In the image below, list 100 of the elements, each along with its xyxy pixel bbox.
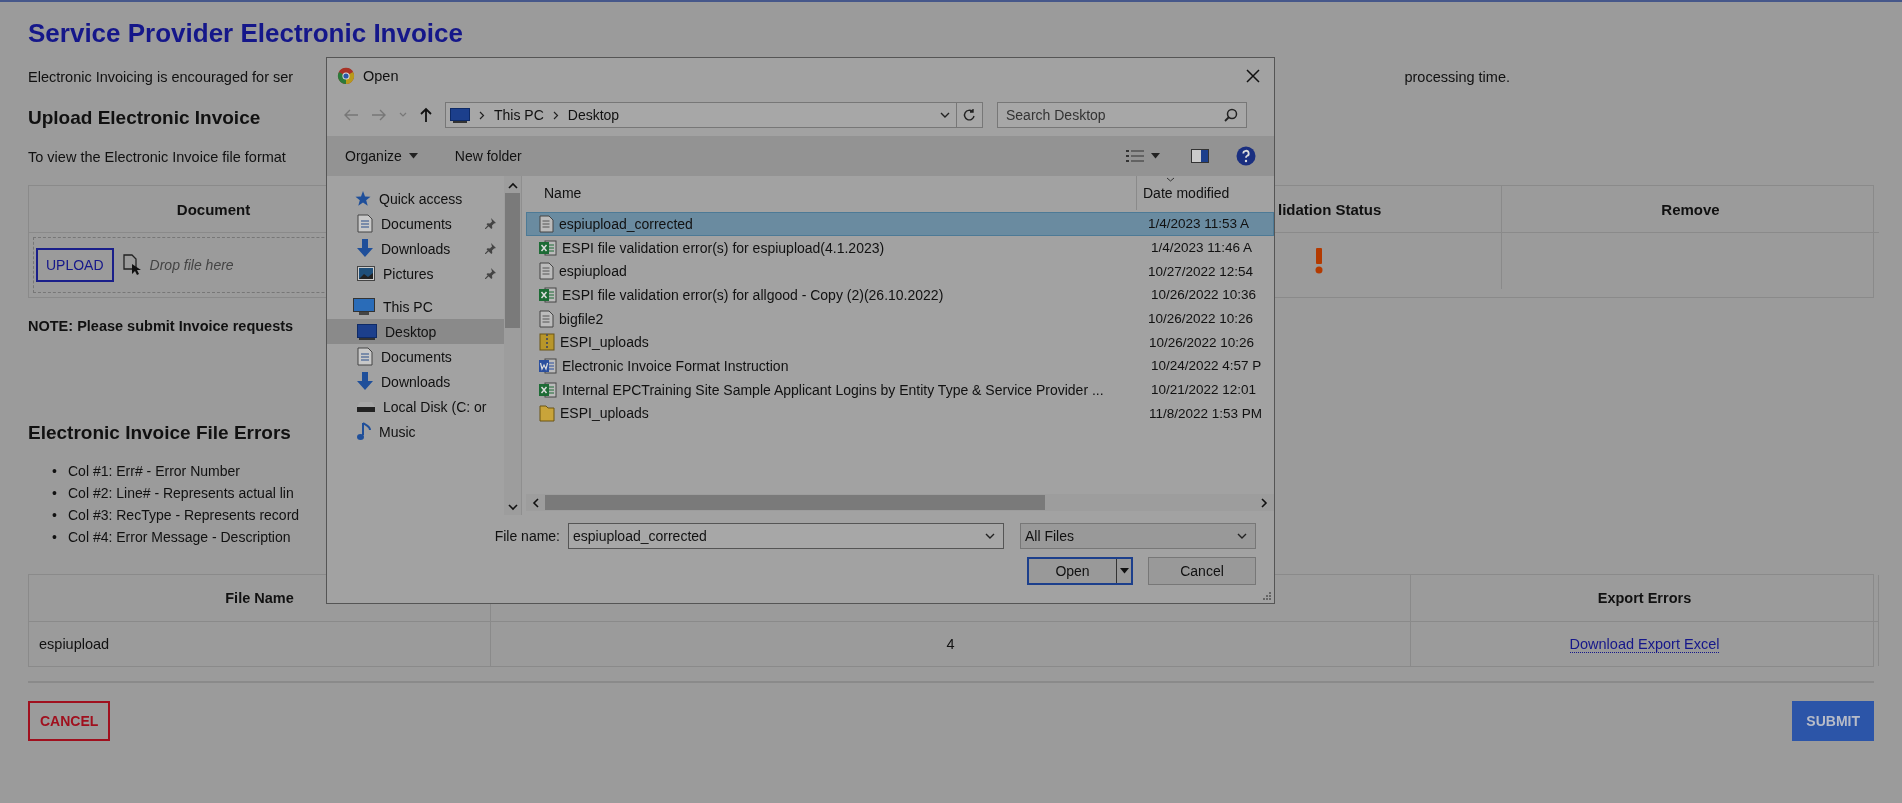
help-icon[interactable] [1236, 146, 1256, 166]
nav-item[interactable]: This PC [327, 294, 504, 319]
pin-icon [485, 268, 496, 279]
file-date: 10/26/2022 10:26 [1147, 311, 1254, 327]
spreadsheet-file-icon [539, 238, 557, 257]
chevron-up-icon[interactable] [507, 182, 518, 189]
close-icon[interactable] [1246, 69, 1260, 83]
refresh-button[interactable] [956, 102, 983, 128]
file-row[interactable]: ESPI file validation error(s) for espiupload(4.1.2023) 1/4/2023 11:46 A [526, 235, 1274, 260]
spreadsheet-file-icon [539, 380, 557, 399]
list-item: Col #4: Error Message - Description [68, 528, 291, 547]
column-header: Export Errors [1411, 575, 1879, 622]
file-row[interactable]: bigfile2 10/26/2022 10:26 [526, 306, 1274, 331]
breadcrumb[interactable]: This PC [494, 107, 544, 123]
file-row[interactable]: Internal EPCTraining Site Sample Applicant Logins by Entity Type & Service Provider ... 10/21/2022 12:01 [526, 377, 1274, 402]
nav-item[interactable]: Desktop [327, 319, 504, 344]
text-file-icon [539, 309, 554, 328]
pin-icon [485, 243, 496, 254]
sort-chevron-icon [1166, 177, 1175, 182]
note-text: NOTE: Please submit Invoice requests [28, 318, 294, 334]
organize-menu[interactable]: Organize [345, 148, 402, 164]
drop-hint: Drop file here [149, 257, 234, 273]
file-date: 10/27/2022 12:54 [1147, 263, 1254, 279]
file-name: Internal EPCTraining Site Sample Applicant Logins by Entity Type & Service Provider ... [562, 381, 1105, 398]
up-arrow-icon[interactable] [419, 107, 433, 123]
format-note: To view the Electronic Invoice file format [28, 149, 286, 165]
dialog-title: Open [363, 68, 399, 84]
page-title: Service Provider Electronic Invoice [28, 18, 463, 49]
download-arrow-icon [357, 372, 373, 391]
document-file-icon [539, 356, 557, 375]
chevron-right-icon [552, 110, 559, 120]
file-row[interactable]: ESPI_uploads 11/8/2022 1:53 PM [526, 401, 1274, 426]
nav-item[interactable]: Local Disk (C: or [327, 394, 504, 419]
exclamation-icon [1314, 248, 1324, 274]
preview-pane-icon[interactable] [1191, 149, 1209, 163]
caret-icon[interactable] [1119, 568, 1129, 574]
file-name-field[interactable]: espiupload_corrected [568, 523, 1004, 549]
monitor-icon [450, 107, 470, 123]
nav-item[interactable]: Documents [327, 344, 504, 369]
caret-icon[interactable] [1151, 153, 1160, 159]
address-bar[interactable]: This PC Desktop [445, 102, 957, 128]
bullet: • [52, 506, 58, 525]
file-date: 10/21/2022 12:01 [1150, 382, 1257, 398]
nav-item[interactable]: Music [327, 419, 504, 444]
file-name-label: File name: [494, 528, 560, 544]
chevron-down-icon [1237, 532, 1247, 540]
file-row[interactable]: Electronic Invoice Format Instruction 10/24/2022 4:57 P [526, 354, 1274, 378]
file-name: ESPI_uploads [560, 334, 650, 351]
caret-icon[interactable] [408, 153, 418, 159]
chevron-right-icon [479, 110, 485, 120]
search-field[interactable]: Search Desktop [997, 102, 1247, 128]
file-row[interactable]: espiupload 10/27/2022 12:54 [526, 259, 1274, 284]
open-button[interactable]: Open [1027, 557, 1133, 585]
bullet: • [52, 462, 58, 481]
zip-folder-icon [539, 333, 555, 352]
submit-button[interactable]: SUBMIT [1792, 701, 1874, 741]
browser-icon [337, 67, 355, 85]
column-header[interactable]: Name [526, 176, 1137, 210]
file-name: ESPI_uploads [560, 405, 650, 422]
resize-grip-icon[interactable] [1261, 590, 1271, 600]
picture-icon [357, 266, 375, 281]
export-link[interactable]: Download Export Excel [1569, 635, 1720, 653]
view-options-icon[interactable] [1126, 149, 1144, 163]
upload-button[interactable]: UPLOAD [36, 248, 114, 282]
file-row[interactable]: ESPI file validation error(s) for allgood - Copy (2)(26.10.2022) 10/26/2022 10:36 [526, 283, 1274, 307]
vertical-scrollbar[interactable] [504, 176, 521, 515]
new-folder-button[interactable]: New folder [454, 148, 522, 164]
list-item: Col #1: Err# - Error Number [68, 462, 240, 481]
chevron-left-icon[interactable] [532, 497, 539, 508]
nav-item[interactable]: Downloads [327, 369, 504, 394]
star-icon [353, 189, 371, 208]
intro-text: Electronic Invoicing is encouraged for ser [28, 69, 294, 85]
file-row[interactable]: ESPI_uploads 10/26/2022 10:26 [526, 330, 1274, 355]
pin-icon [485, 218, 496, 229]
breadcrumb[interactable]: Desktop [567, 107, 620, 123]
chevron-down-icon[interactable] [985, 532, 995, 540]
chevron-right-icon[interactable] [1261, 497, 1268, 508]
table-cell: espiupload [39, 636, 110, 652]
cancel-button[interactable]: Cancel [1148, 557, 1256, 585]
bullet: • [52, 528, 58, 547]
file-row[interactable]: espiupload_corrected 1/4/2023 11:53 A [526, 212, 1274, 236]
chevron-down-icon[interactable] [507, 504, 518, 511]
horizontal-scrollbar[interactable] [526, 494, 1274, 511]
file-date: 10/24/2022 4:57 P [1150, 358, 1262, 374]
file-name: espiupload [559, 263, 628, 280]
file-date: 11/8/2022 1:53 PM [1148, 405, 1263, 421]
folder-icon [539, 404, 555, 423]
file-name: ESPI file validation error(s) for espiupload(4.1.2023) [562, 239, 886, 256]
spreadsheet-file-icon [539, 285, 557, 304]
file-name: bigfile2 [559, 310, 605, 327]
file-type-dropdown[interactable]: All Files [1020, 523, 1256, 549]
section-heading: Upload Electronic Invoice [28, 107, 261, 129]
column-header[interactable]: Date modified [1137, 185, 1230, 201]
music-note-icon [357, 422, 371, 441]
file-name: espiupload_corrected [559, 215, 694, 232]
chevron-down-icon[interactable] [940, 111, 950, 119]
bullet: • [52, 484, 58, 503]
document-icon [357, 347, 373, 366]
search-icon [1224, 108, 1238, 122]
list-item: Col #3: RecType - Represents record [68, 506, 300, 525]
